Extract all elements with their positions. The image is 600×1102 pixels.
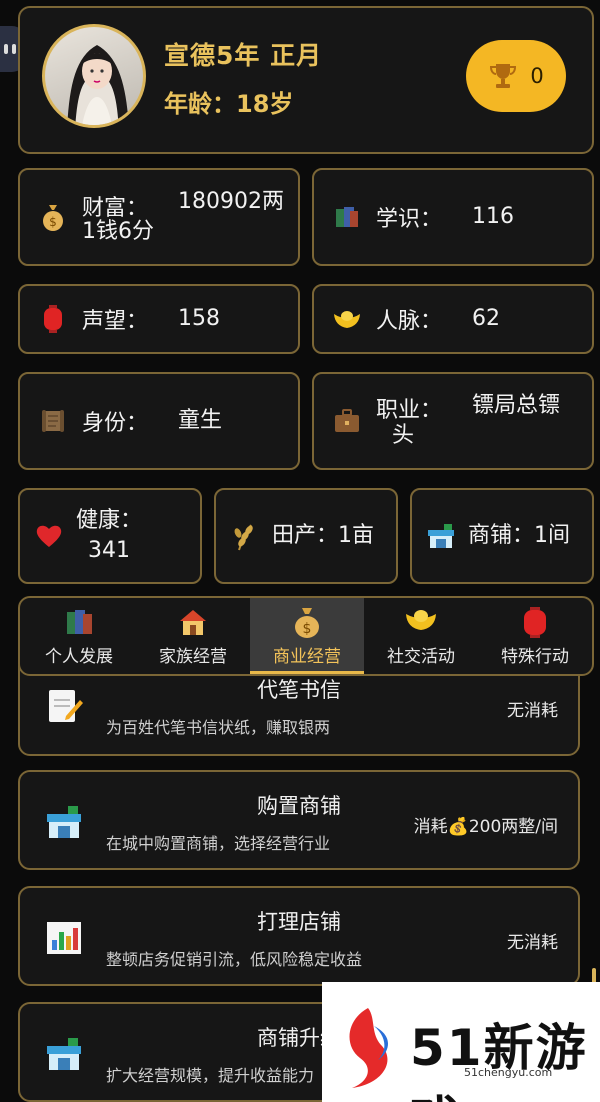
land-value: 田产：1亩 <box>272 523 375 548</box>
tab-personal[interactable]: 个人发展 <box>22 598 136 674</box>
career-value: 镖局总镖头 <box>392 393 561 448</box>
scroll-icon <box>38 406 68 436</box>
stat-identity: 身份： 童生 <box>18 372 300 470</box>
brand-logo-icon <box>338 1006 400 1090</box>
action-cost: 消耗💰200两整/间 <box>413 817 558 837</box>
action-cost: 无消耗 <box>507 933 558 953</box>
lantern-icon <box>38 304 68 334</box>
watermark-brand: 51新游戏 <box>410 1019 588 1102</box>
watermark-url: 51chengyu.com <box>464 1066 553 1079</box>
avatar[interactable] <box>42 24 146 128</box>
identity-value: 童生 <box>178 408 223 433</box>
money-bag-icon: $ <box>38 202 68 232</box>
stat-health: 健康： 341 <box>18 488 202 584</box>
tab-business[interactable]: $ 商业经营 <box>250 598 364 674</box>
stat-knowledge: 学识： 116 <box>312 168 594 266</box>
action-manage-shop[interactable]: 打理店铺 整顿店务促销引流，低风险稳定收益 无消耗 <box>18 886 580 986</box>
svg-text:$: $ <box>303 621 312 637</box>
stat-career: 职业： 镖局总镖头 <box>312 372 594 470</box>
heart-icon <box>34 521 64 551</box>
achievement-button[interactable]: 0 <box>466 40 566 112</box>
lantern-icon <box>478 606 592 642</box>
action-desc: 整顿店务促销引流，低风险稳定收益 <box>106 950 363 969</box>
action-title: 打理店铺 <box>257 910 341 934</box>
stat-prestige: 声望： 158 <box>18 284 300 354</box>
wealth-value: 180902两1钱6分 <box>82 189 284 244</box>
tab-family[interactable]: 家族经营 <box>136 598 250 674</box>
prestige-value: 158 <box>178 306 221 331</box>
tab-social[interactable]: 社交活动 <box>364 598 478 674</box>
profile-header: 宣德5年 正月 年龄：18岁 0 <box>18 6 594 154</box>
stat-land: 田产：1亩 <box>214 488 398 584</box>
money-bag-icon: $ <box>250 606 364 642</box>
svg-text:$: $ <box>49 215 57 229</box>
network-value: 62 <box>472 306 501 331</box>
game-date: 宣德5年 正月 <box>164 41 323 70</box>
action-title: 代笔书信 <box>257 678 341 702</box>
action-buy-shop[interactable]: 购置商铺 在城中购置商铺，选择经营行业 消耗💰200两整/间 <box>18 770 580 870</box>
gold-ingot-icon <box>364 606 478 642</box>
briefcase-icon <box>332 406 362 436</box>
health-value: 341 <box>88 538 130 563</box>
action-desc: 为百姓代笔书信状纸，赚取银两 <box>106 718 331 737</box>
watermark: 51新游戏 51chengyu.com <box>322 982 600 1102</box>
action-desc: 扩大经营规模，提升收益能力 <box>106 1066 315 1085</box>
house-icon <box>136 606 250 642</box>
category-tabs: 个人发展 家族经营 $ 商业经营 社交活动 特殊行动 <box>18 596 594 676</box>
books-icon <box>22 606 136 642</box>
books-icon <box>332 202 362 232</box>
action-cost: 无消耗 <box>507 701 558 721</box>
shops-value: 商铺：1间 <box>468 523 571 548</box>
wheat-icon <box>230 521 260 551</box>
gold-ingot-icon <box>332 304 362 334</box>
trophy-count: 0 <box>530 64 544 88</box>
knowledge-value: 116 <box>472 204 515 229</box>
action-desc: 在城中购置商铺，选择经营行业 <box>106 834 331 853</box>
stat-shops: 商铺：1间 <box>410 488 594 584</box>
stat-wealth: $ 财富： 180902两1钱6分 <box>18 168 300 266</box>
trophy-icon <box>490 64 517 88</box>
character-age: 年龄：18岁 <box>164 90 294 118</box>
stat-network: 人脉： 62 <box>312 284 594 354</box>
shop-icon <box>426 521 456 551</box>
tab-special[interactable]: 特殊行动 <box>478 598 592 674</box>
